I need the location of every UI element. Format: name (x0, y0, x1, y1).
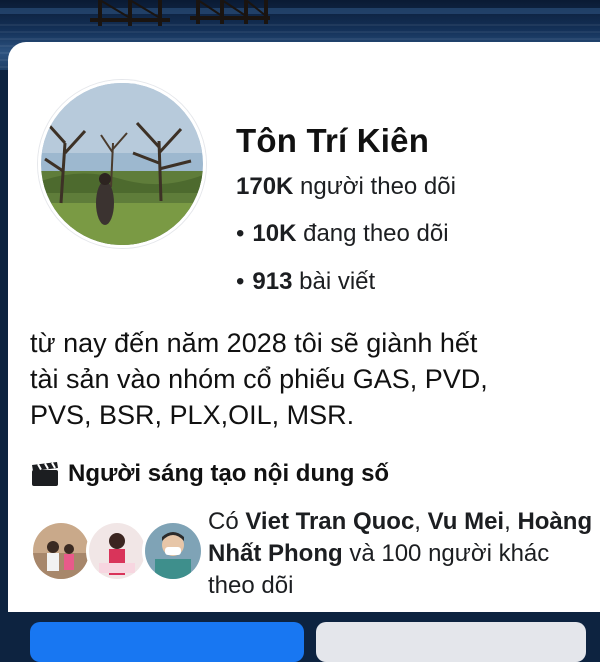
mutual-avatar-image (145, 523, 201, 579)
primary-action-button[interactable] (30, 622, 304, 662)
profile-bio: từ nay đến năm 2028 tôi sẽ giành hết tài… (30, 325, 590, 433)
followed-by-prefix: Có (208, 508, 239, 535)
bio-line: từ nay đến năm 2028 tôi sẽ giành hết (30, 328, 478, 358)
posts-count[interactable]: • 913 bài viết (236, 268, 375, 296)
mutual-followers-text: Có Viet Tran Quoc, Vu Mei, Hoàng Nhất Ph… (208, 506, 598, 602)
mutual-avatar[interactable] (86, 520, 148, 582)
followers-label: người theo dõi (300, 173, 456, 200)
avatar-image (41, 83, 203, 245)
bio-line: tài sản vào nhóm cổ phiếu GAS, PVD, (30, 364, 488, 394)
followers-count[interactable]: 170K người theo dõi (236, 173, 456, 201)
mutual-follower-link[interactable]: Vu Mei (428, 508, 504, 535)
oil-rig-graphic-2 (190, 0, 270, 24)
profile-card: Tôn Trí Kiên 170K người theo dõi • 10K đa… (8, 42, 600, 662)
bullet-separator: • (236, 268, 245, 295)
mutual-avatar[interactable] (30, 520, 92, 582)
bullet-separator: • (236, 220, 245, 247)
category-label: Người sáng tạo nội dung số (68, 460, 390, 487)
mutual-avatar-image (89, 523, 145, 579)
clapperboard-icon (32, 462, 58, 486)
separator: , (504, 508, 511, 535)
followed-by-middle: và (349, 540, 375, 567)
mutual-avatar-image (33, 523, 89, 579)
bio-line: PVS, BSR, PLX,OIL, MSR. (30, 400, 355, 430)
mutual-avatar[interactable] (142, 520, 204, 582)
posts-label: bài viết (299, 268, 376, 295)
following-value: 10K (252, 220, 297, 247)
profile-category: Người sáng tạo nội dung số (30, 460, 389, 488)
following-count[interactable]: • 10K đang theo dõi (236, 220, 449, 248)
followers-value: 170K (236, 173, 294, 200)
secondary-action-button[interactable] (316, 622, 586, 662)
posts-value: 913 (252, 268, 293, 295)
oil-rig-graphic (90, 0, 170, 26)
profile-name: Tôn Trí Kiên (236, 122, 430, 159)
profile-avatar[interactable] (38, 80, 206, 248)
separator: , (414, 508, 421, 535)
following-label: đang theo dõi (303, 220, 449, 247)
mutual-followers-avatars[interactable] (30, 520, 204, 584)
mutual-follower-link[interactable]: Viet Tran Quoc (245, 508, 414, 535)
followed-by-count[interactable]: 100 (381, 540, 421, 567)
